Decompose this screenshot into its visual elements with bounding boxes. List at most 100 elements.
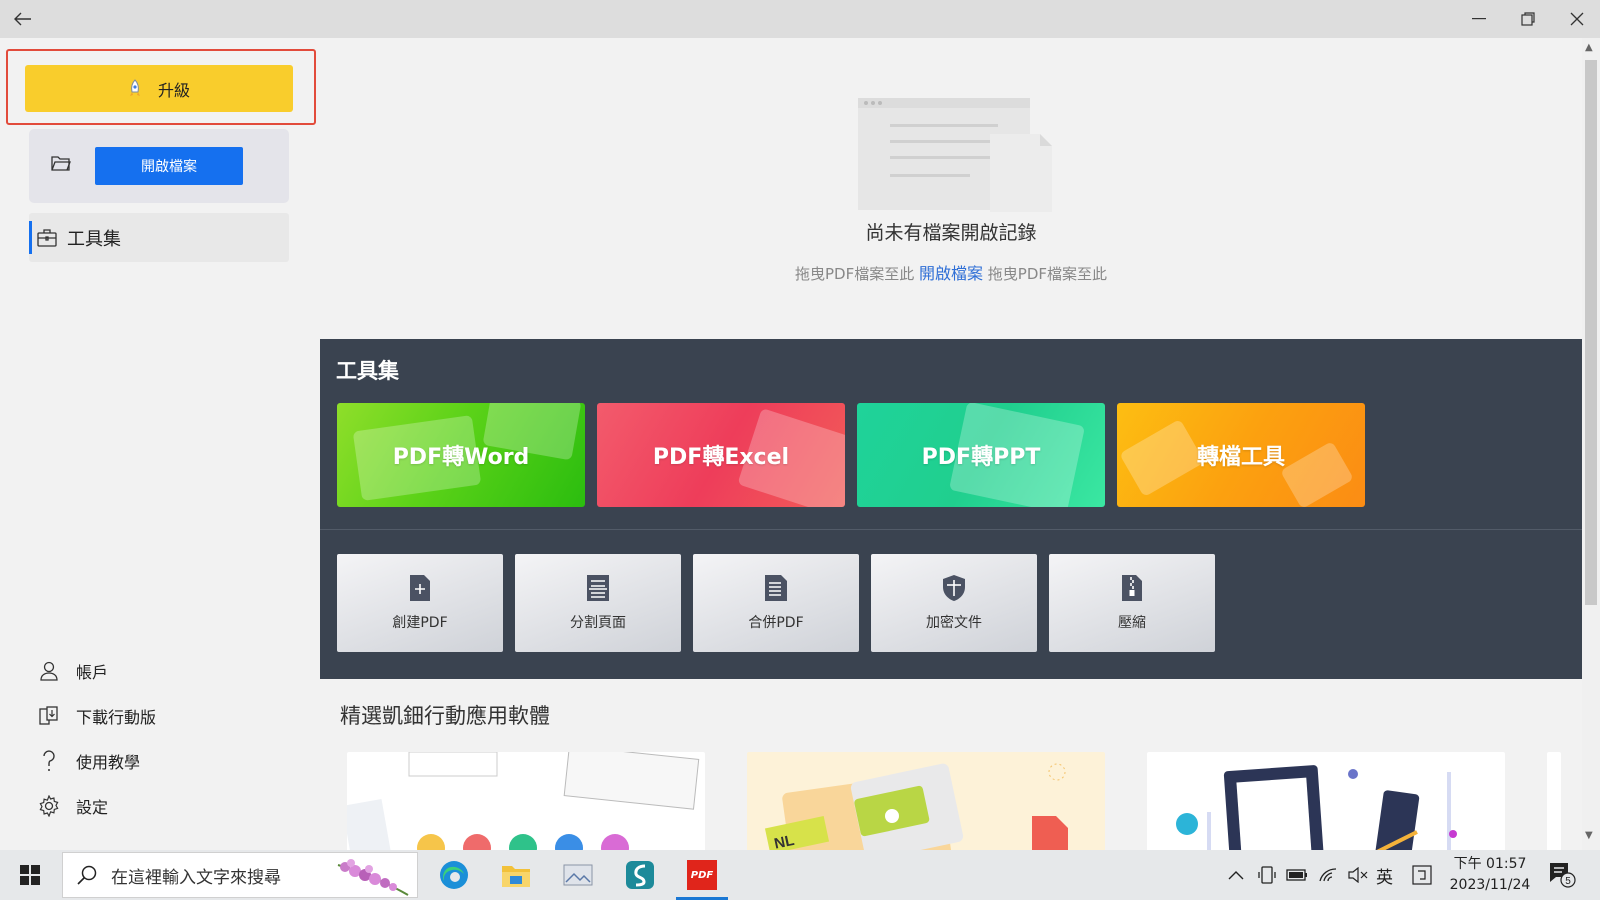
clock-time: 下午 01:57 xyxy=(1453,856,1527,872)
mobile-download-icon xyxy=(36,705,62,726)
search-icon xyxy=(77,865,97,885)
featured-app-card[interactable] xyxy=(1147,752,1505,850)
ime-language-indicator[interactable]: 英 xyxy=(1376,850,1393,900)
split-pages-tool[interactable]: 分割頁面 xyxy=(515,554,681,652)
rocket-icon xyxy=(128,78,142,99)
empty-state-title: 尚未有檔案開啟記錄 xyxy=(865,222,1037,244)
taskbar-search-input[interactable]: 在這裡輸入文字來搜尋 xyxy=(62,852,418,898)
sidebar-item-tutorial[interactable]: 使用教學 xyxy=(36,738,156,783)
pdf-app-label: PDF xyxy=(687,860,717,890)
open-file-button[interactable]: 開啟檔案 xyxy=(95,147,243,185)
empty-documents-illustration xyxy=(850,94,1060,218)
empty-state-hint: 拖曳PDF檔案至此 開啟檔案 拖曳PDF檔案至此 xyxy=(320,260,1582,284)
pdf-to-excel-card[interactable]: PDF轉Excel xyxy=(597,403,845,507)
sidebar-bottom-nav: 帳戶 下載行動版 使用教學 設定 xyxy=(36,648,156,828)
featured-app-card-partial[interactable] xyxy=(1547,752,1561,850)
minimize-icon[interactable] xyxy=(1456,0,1502,38)
sidebar-item-label: 下載行動版 xyxy=(76,707,157,727)
selection-indicator xyxy=(29,221,32,254)
notification-count: 5 xyxy=(1565,876,1571,887)
hint-suffix: 拖曳PDF檔案至此 xyxy=(987,265,1108,283)
close-icon[interactable] xyxy=(1554,0,1600,38)
main-content: 尚未有檔案開啟記錄 拖曳PDF檔案至此 開啟檔案 拖曳PDF檔案至此 工具集 P… xyxy=(320,38,1582,850)
edge-browser-icon[interactable] xyxy=(424,850,484,900)
pdf-app-icon[interactable]: PDF xyxy=(672,850,732,900)
file-explorer-icon[interactable] xyxy=(486,850,546,900)
ime-mode-icon[interactable] xyxy=(1412,850,1432,900)
volume-muted-icon[interactable] xyxy=(1348,850,1368,900)
title-bar xyxy=(0,0,1600,38)
show-hidden-icons-icon[interactable] xyxy=(1228,850,1244,900)
toolbox-icon xyxy=(37,228,57,247)
taskbar: 在這裡輸入文字來搜尋 PDF 英 下午 01:57 2023/11/24 5 xyxy=(0,850,1600,900)
sidebar-item-label: 設定 xyxy=(76,797,109,817)
panel-divider xyxy=(320,529,1582,530)
restore-icon[interactable] xyxy=(1505,0,1551,38)
sidebar-item-account[interactable]: 帳戶 xyxy=(36,648,156,693)
pdf-to-word-card[interactable]: PDF轉Word xyxy=(337,403,585,507)
featured-apps-heading: 精選凱鈿行動應用軟體 xyxy=(340,704,550,728)
question-icon xyxy=(36,749,62,772)
convert-tools-card[interactable]: 轉檔工具 xyxy=(1117,403,1365,507)
sidebar-item-label: 使用教學 xyxy=(76,752,141,772)
sidebar-item-download-mobile[interactable]: 下載行動版 xyxy=(36,693,156,738)
sidebar-item-label: 工具集 xyxy=(67,228,121,250)
vertical-scrollbar[interactable]: ▲ ▼ xyxy=(1582,38,1600,850)
tool-label: 合併PDF xyxy=(748,615,804,631)
scroll-up-icon[interactable]: ▲ xyxy=(1585,42,1593,53)
surfshark-app-icon[interactable] xyxy=(610,850,670,900)
scrollbar-thumb[interactable] xyxy=(1585,60,1597,605)
merge-pdf-icon xyxy=(764,574,788,606)
wifi-icon[interactable] xyxy=(1318,850,1338,900)
app-illustration xyxy=(347,752,700,850)
card-decoration xyxy=(1119,418,1205,498)
create-pdf-icon xyxy=(409,574,431,606)
app-illustration: NL xyxy=(764,763,1068,850)
featured-app-card[interactable] xyxy=(347,752,705,850)
sidebar: 升級 開啟檔案 工具集 帳戶 下載行動版 使用教學 設定 xyxy=(0,38,320,850)
tool-label: 壓縮 xyxy=(1118,615,1146,631)
hint-prefix: 拖曳PDF檔案至此 xyxy=(794,265,915,283)
encrypt-shield-icon xyxy=(941,574,967,606)
folder-icon xyxy=(51,155,71,175)
notification-center-icon[interactable]: 5 xyxy=(1548,861,1578,893)
tool-label: 創建PDF xyxy=(392,615,448,631)
open-file-card: 開啟檔案 xyxy=(29,129,289,203)
pdf-to-ppt-card[interactable]: PDF轉PPT xyxy=(857,403,1105,507)
windows-start-icon[interactable] xyxy=(0,850,60,900)
convert-tools-label: 轉檔工具 xyxy=(1196,445,1285,470)
sidebar-item-label: 帳戶 xyxy=(76,662,109,682)
tool-label: 分割頁面 xyxy=(570,615,626,631)
tools-panel: 工具集 PDF轉Word PDF轉Excel PDF轉PPT 轉檔工具 創建PD… xyxy=(320,339,1582,679)
pdf-to-ppt-label: PDF轉PPT xyxy=(921,445,1041,470)
compress-tool[interactable]: 壓縮 xyxy=(1049,554,1215,652)
tools-heading: 工具集 xyxy=(336,359,399,383)
photos-app-icon[interactable] xyxy=(548,850,608,900)
split-pages-icon xyxy=(586,574,610,606)
open-file-link[interactable]: 開啟檔案 xyxy=(919,264,983,283)
sidebar-item-settings[interactable]: 設定 xyxy=(36,783,156,828)
upgrade-label: 升級 xyxy=(157,80,190,100)
search-placeholder: 在這裡輸入文字來搜尋 xyxy=(111,867,281,888)
create-pdf-tool[interactable]: 創建PDF xyxy=(337,554,503,652)
search-decoration-flowers xyxy=(337,859,409,896)
pdf-to-excel-label: PDF轉Excel xyxy=(652,445,790,470)
encrypt-document-tool[interactable]: 加密文件 xyxy=(871,554,1037,652)
card-decoration xyxy=(1280,440,1354,507)
pdf-to-word-label: PDF轉Word xyxy=(392,445,530,470)
tool-label: 加密文件 xyxy=(926,615,982,631)
user-icon xyxy=(36,661,62,681)
back-arrow-icon[interactable] xyxy=(0,0,46,38)
app-illustration xyxy=(1176,765,1457,850)
app-card-tag: NL xyxy=(773,832,796,850)
scroll-down-icon[interactable]: ▼ xyxy=(1585,830,1593,841)
compress-zip-icon xyxy=(1121,574,1143,606)
merge-pdf-tool[interactable]: 合併PDF xyxy=(693,554,859,652)
taskbar-clock[interactable]: 下午 01:57 2023/11/24 xyxy=(1440,854,1540,896)
featured-app-card[interactable]: NL xyxy=(747,752,1105,850)
clock-date: 2023/11/24 xyxy=(1449,877,1531,893)
sidebar-item-tools[interactable]: 工具集 xyxy=(29,213,289,262)
battery-icon[interactable] xyxy=(1286,850,1308,900)
upgrade-button[interactable]: 升級 xyxy=(25,65,293,112)
device-icon[interactable] xyxy=(1258,850,1276,900)
